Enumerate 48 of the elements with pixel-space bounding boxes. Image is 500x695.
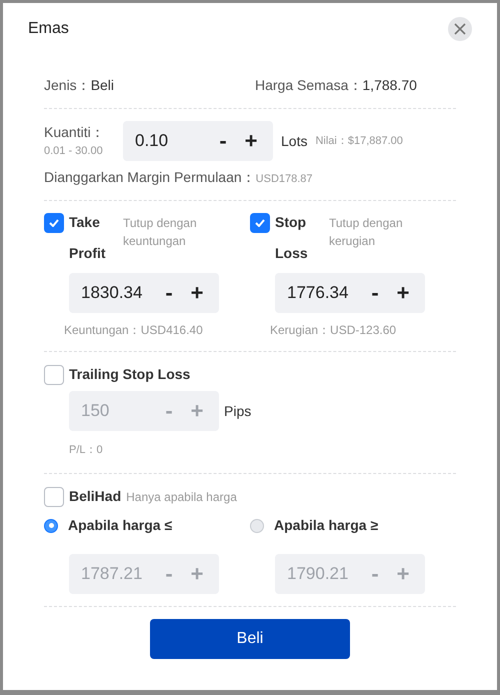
type-label: Jenis： [44, 77, 91, 93]
decrement-button[interactable]: - [209, 130, 237, 152]
estimated-result: Keuntungan：USD416.40 [64, 322, 204, 339]
decrement-button[interactable]: - [155, 282, 183, 304]
unit-label: Lots [281, 132, 308, 150]
stepper-value: 0.10 [135, 130, 170, 152]
margin-value: USD178.87 [256, 172, 313, 187]
close-icon [454, 23, 466, 35]
check-icon [255, 219, 265, 227]
increment-button[interactable]: + [183, 282, 211, 304]
checkbox[interactable] [44, 213, 64, 233]
number-stepper[interactable]: 1776.34 - + [275, 273, 425, 313]
trailing-stop-label: Trailing Stop Loss [69, 365, 190, 384]
option-hint: Tutup dengan keuntungan [123, 215, 198, 250]
estimated-result: Kerugian：USD-123.60 [270, 322, 398, 339]
increment-button[interactable]: + [389, 282, 417, 304]
stepper-value: 1790.21 [287, 563, 350, 586]
close-button[interactable] [448, 17, 472, 41]
price-condition-radio[interactable]: Apabila harga ≥ [250, 515, 456, 536]
checkbox[interactable] [250, 213, 270, 233]
check-icon [49, 219, 59, 227]
quantity-label: Kuantiti： [44, 123, 106, 142]
increment-button[interactable]: + [237, 130, 265, 152]
unit-label: Pips [224, 402, 252, 421]
number-stepper[interactable]: 0.10 - + [123, 121, 273, 161]
stepper-value: 1776.34 [287, 282, 350, 304]
price-value: 1,788.70 [362, 77, 417, 93]
type-value: Beli [90, 77, 114, 93]
checkbox[interactable] [44, 486, 64, 506]
option-hint: Tutup dengan kerugian [329, 215, 404, 250]
price-condition-radio[interactable]: Apabila harga ≤ [44, 515, 250, 536]
order-option-label: Stop Loss [275, 213, 309, 263]
profit-loss-text: P/L：0 [69, 444, 103, 456]
margin-label: Dianggarkan Margin Permulaan： [44, 168, 256, 187]
decrement-button[interactable]: - [361, 282, 389, 304]
notional-value: Nilai：$17,887.00 [315, 134, 403, 149]
limit-order-label: BeliHad [69, 487, 122, 506]
number-stepper[interactable]: 1830.34 - + [69, 273, 219, 313]
limit-hint: Hanya apabila harga [126, 488, 237, 506]
price-label: Harga Semasa： [255, 77, 362, 93]
buy-button[interactable]: Beli [150, 619, 350, 659]
checkbox[interactable] [44, 364, 64, 384]
order-option-label: Take Profit [69, 213, 107, 263]
quantity-range: 0.01 - 30.00 [44, 144, 104, 160]
stepper-value: 150 [81, 400, 110, 422]
stepper-value: 1830.34 [81, 282, 144, 304]
stepper-value: 1787.21 [81, 563, 144, 586]
dialog-title: Emas [28, 19, 69, 39]
